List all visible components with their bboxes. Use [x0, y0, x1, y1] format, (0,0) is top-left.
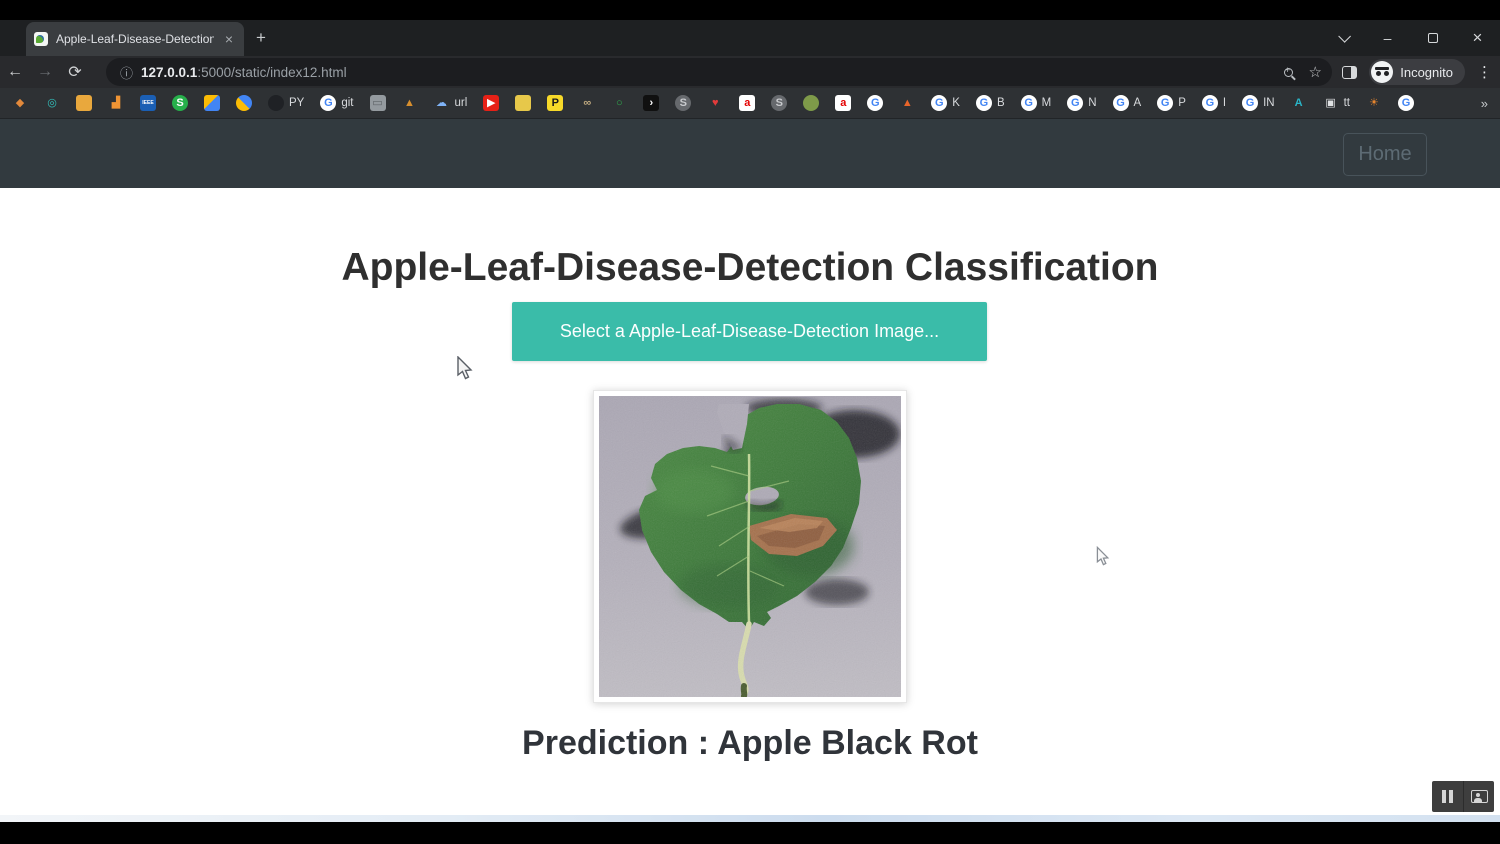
mouse-cursor — [455, 356, 475, 382]
browser-tab-strip: Apple-Leaf-Disease-Detection × + – × — [0, 20, 1500, 56]
address-bar[interactable]: ⓘ 127.0.0.1:5000/static/index12.html ☆ — [106, 58, 1332, 86]
github-icon-label: PY — [289, 97, 304, 109]
godaddy-icon[interactable]: ◎ — [44, 95, 60, 111]
window-maximize-button[interactable] — [1410, 20, 1455, 56]
window-minimize-button[interactable]: – — [1365, 20, 1410, 56]
google-icon-m-label: M — [1042, 97, 1052, 109]
google-icon-label: git — [341, 97, 353, 109]
browser-menu-icon[interactable]: ⋮ — [1477, 63, 1492, 81]
bookmarks-bar: ◆◎▟IEEESPYGgit▭▲☁url▶P∞○›S♥aSaG▲GKGBGMGN… — [0, 88, 1500, 119]
briefcase-icon[interactable]: ▭ — [370, 95, 386, 111]
site-navbar: Home — [0, 119, 1500, 188]
google-icon-k-label: K — [952, 97, 960, 109]
pause-icon — [1442, 790, 1453, 803]
airtel-icon-2[interactable]: a — [835, 95, 851, 111]
google-icon-a[interactable]: GA — [1113, 95, 1142, 111]
picture-in-picture-icon — [1471, 790, 1488, 803]
forward-icon[interactable]: → — [30, 63, 60, 81]
google-icon-b-label: B — [997, 97, 1005, 109]
airtel-icon[interactable]: a — [739, 95, 755, 111]
reload-icon[interactable]: ⟳ — [60, 62, 90, 82]
heart-icon[interactable]: ♥ — [707, 95, 723, 111]
google-icon-in[interactable]: GIN — [1242, 95, 1275, 111]
video-controls-overlay — [1432, 781, 1494, 812]
secondary-cursor — [1095, 546, 1111, 568]
kite-icon[interactable]: ◆ — [12, 95, 28, 111]
leaf-photo-card — [593, 390, 907, 703]
google-icon-k[interactable]: GK — [931, 95, 960, 111]
olive-circle-icon[interactable] — [803, 95, 819, 111]
url-path: :5000/static/index12.html — [197, 65, 346, 80]
youtube-icon[interactable]: ▶ — [483, 95, 499, 111]
window-close-button[interactable]: × — [1455, 20, 1500, 56]
google-icon-3[interactable]: G — [1398, 95, 1414, 111]
window-controls: – × — [1320, 20, 1500, 56]
sticky-note-icon[interactable] — [515, 95, 531, 111]
matlab-icon[interactable]: ▲ — [899, 95, 915, 111]
green-ring-icon[interactable]: ○ — [611, 95, 627, 111]
google-icon-2[interactable]: G — [867, 95, 883, 111]
home-button[interactable]: Home — [1343, 133, 1427, 176]
browser-tab[interactable]: Apple-Leaf-Disease-Detection × — [26, 22, 244, 56]
select-image-button[interactable]: Select a Apple-Leaf-Disease-Detection Im… — [512, 302, 987, 361]
google-icon-p[interactable]: GP — [1157, 95, 1186, 111]
url-host: 127.0.0.1 — [141, 65, 197, 80]
google-icon-a-label: A — [1134, 97, 1142, 109]
ieee-icon[interactable]: IEEE — [140, 95, 156, 111]
glasses-icon[interactable]: ∞ — [579, 95, 595, 111]
bookmark-star-icon[interactable]: ☆ — [1309, 63, 1322, 81]
google-icon-i-label: I — [1223, 97, 1226, 109]
pause-button[interactable] — [1432, 781, 1463, 812]
google-icon-m[interactable]: GM — [1021, 95, 1052, 111]
tab-close-icon[interactable]: × — [222, 32, 236, 46]
page-content: Apple-Leaf-Disease-Detection Classificat… — [0, 188, 1500, 815]
cloud-icon-label: url — [455, 97, 468, 109]
cloud-icon[interactable]: ☁url — [434, 95, 468, 111]
github-icon[interactable]: PY — [268, 95, 304, 111]
window-chevron-icon[interactable] — [1320, 20, 1365, 56]
picture-in-picture-button[interactable] — [1463, 781, 1494, 812]
page-title: Apple-Leaf-Disease-Detection Classificat… — [0, 246, 1500, 290]
pratilipi-icon[interactable]: P — [547, 95, 563, 111]
bookmarks-overflow-icon[interactable]: » — [1481, 96, 1488, 111]
new-tab-button[interactable]: + — [256, 28, 266, 48]
google-icon-b[interactable]: GB — [976, 95, 1005, 111]
side-panel-icon[interactable] — [1342, 66, 1357, 79]
browser-toolbar: ← → ⟳ ⓘ 127.0.0.1:5000/static/index12.ht… — [0, 56, 1500, 88]
incognito-label: Incognito — [1400, 65, 1453, 80]
url-text[interactable]: 127.0.0.1:5000/static/index12.html — [141, 65, 347, 80]
zoom-icon[interactable] — [1284, 68, 1293, 77]
google-icon-n-label: N — [1088, 97, 1096, 109]
prediction-text: Prediction : Apple Black Rot — [0, 724, 1500, 763]
site-info-icon[interactable]: ⓘ — [120, 63, 133, 82]
monitor-icon-label: tt — [1344, 97, 1350, 109]
google-icon-in-label: IN — [1263, 97, 1275, 109]
incognito-badge: Incognito — [1369, 59, 1465, 85]
adsense-icon[interactable] — [236, 95, 252, 111]
bar-chart-icon[interactable]: ▟ — [108, 95, 124, 111]
screen: Apple-Leaf-Disease-Detection × + – × ← →… — [0, 0, 1500, 844]
google-icon-n[interactable]: GN — [1067, 95, 1096, 111]
badge-icon[interactable] — [76, 95, 92, 111]
money-circle-icon[interactable]: S — [172, 95, 188, 111]
bookmarks-list: ◆◎▟IEEESPYGgit▭▲☁url▶P∞○›S♥aSaG▲GKGBGMGN… — [12, 95, 1414, 111]
s-circle-icon[interactable]: S — [675, 95, 691, 111]
google-icon[interactable]: Ggit — [320, 95, 353, 111]
google-icon-p-label: P — [1178, 97, 1186, 109]
google-ads-icon[interactable] — [204, 95, 220, 111]
sun-icon[interactable]: ☀ — [1366, 95, 1382, 111]
leaf-photo — [599, 396, 901, 697]
appian-icon[interactable]: A — [1291, 95, 1307, 111]
s-circle-icon-2[interactable]: S — [771, 95, 787, 111]
google-icon-i[interactable]: GI — [1202, 95, 1226, 111]
back-icon[interactable]: ← — [0, 63, 30, 81]
monitor-icon[interactable]: ▣tt — [1323, 95, 1350, 111]
tab-title: Apple-Leaf-Disease-Detection — [56, 32, 214, 46]
bottom-edge-strip — [0, 815, 1500, 822]
bird-icon[interactable]: › — [643, 95, 659, 111]
incognito-icon — [1371, 61, 1393, 83]
mountain-icon[interactable]: ▲ — [402, 95, 418, 111]
tab-favicon-leaf-icon — [34, 32, 48, 46]
